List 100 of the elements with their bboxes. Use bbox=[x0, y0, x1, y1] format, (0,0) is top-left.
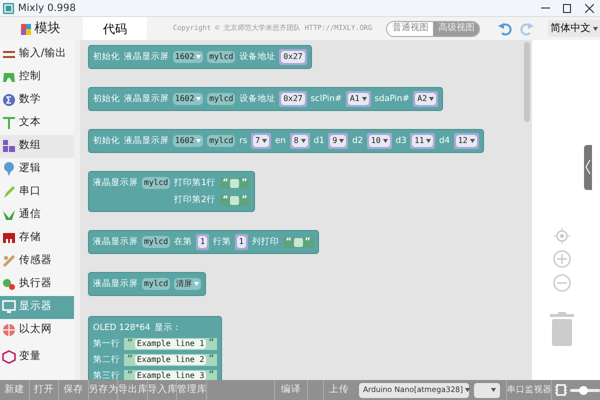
port-select[interactable] bbox=[474, 382, 500, 398]
block-field[interactable]: mylcd bbox=[142, 236, 170, 248]
code-block[interactable]: OLED 128*64 显示： 第一行 “ Example line 1 ” 第二行 “ Example line 2 ” 第三行 “ Example line 3 ” bbox=[88, 316, 222, 380]
caret-icon bbox=[382, 139, 388, 143]
view-toggle[interactable]: 普通视图 bbox=[387, 22, 434, 36]
caret-icon bbox=[429, 97, 434, 101]
string-block[interactable]: “ Example line 3 ” bbox=[124, 370, 218, 380]
language-dropdown[interactable]: 简体中文 bbox=[548, 20, 600, 37]
caret-icon bbox=[593, 26, 598, 30]
block-label: 设备地址 bbox=[239, 52, 276, 62]
code-block[interactable]: 初始化 液晶显示屏 1602 mylcd 设备地址 0x27 sclPin# A1 sdaPin# A2 bbox=[88, 87, 444, 111]
block-field[interactable]: mylcd bbox=[142, 177, 170, 189]
block-label: 液晶显示屏 bbox=[124, 52, 169, 62]
chip-icon[interactable] bbox=[555, 383, 567, 397]
caret-icon bbox=[300, 139, 306, 143]
block-field[interactable]: mylcd bbox=[207, 51, 236, 63]
block-label: 打印第1行 bbox=[174, 178, 216, 188]
zoom-out-icon[interactable] bbox=[553, 274, 571, 292]
code-block[interactable]: 液晶显示屏 mylcd 打印第1行 “ ” 打印第2行 “ ” bbox=[88, 171, 256, 212]
panel-title: 模块 bbox=[34, 20, 60, 38]
caret-icon bbox=[194, 282, 200, 286]
block-field[interactable]: 1602 bbox=[173, 135, 204, 147]
block-label: 液晶显示屏 bbox=[124, 136, 169, 146]
code-block[interactable]: 初始化 液晶显示屏 1602 mylcd rs 7 en 8 d1 9 d2 10 d3 11 d4 12 bbox=[88, 129, 484, 153]
block-label: 在第 bbox=[174, 236, 192, 248]
caret-icon bbox=[262, 139, 268, 143]
scrollbar[interactable] bbox=[524, 42, 530, 122]
puzzle-icon bbox=[20, 22, 32, 36]
value-input[interactable]: 12 bbox=[454, 133, 479, 149]
sidebar-item[interactable]: 输入/输出 bbox=[0, 42, 75, 66]
side-panel-tab[interactable] bbox=[584, 145, 592, 190]
sidebar-item[interactable]: 数组 bbox=[0, 134, 75, 158]
sidebar-item[interactable]: 变量 bbox=[0, 346, 75, 369]
block-label: 设备地址 bbox=[239, 94, 276, 104]
value-input[interactable]: A2 bbox=[413, 91, 438, 107]
block-field[interactable]: 清屏 bbox=[174, 278, 202, 290]
pin-icon bbox=[2, 162, 16, 176]
letter-t-icon bbox=[2, 116, 16, 130]
block-label: 液晶显示屏 bbox=[93, 278, 138, 290]
value-input[interactable]: 7 bbox=[251, 133, 272, 149]
block-label: 第三行 bbox=[93, 370, 120, 380]
close-icon bbox=[584, 4, 594, 12]
caret-icon bbox=[426, 139, 432, 143]
pen-icon bbox=[2, 185, 16, 200]
value-input[interactable]: 11 bbox=[410, 133, 436, 149]
block-field[interactable]: mylcd bbox=[207, 135, 236, 147]
block-label: sclPin# bbox=[310, 94, 342, 104]
sidebar-item[interactable]: 文本 bbox=[0, 112, 75, 135]
value-input[interactable]: 0x27 bbox=[279, 49, 307, 65]
scrollbar[interactable] bbox=[74, 40, 80, 380]
block-field[interactable]: 1602 bbox=[173, 93, 204, 105]
sidebar-item[interactable]: 串口 bbox=[0, 180, 75, 204]
caret-icon bbox=[339, 139, 344, 143]
caret-icon bbox=[196, 139, 202, 143]
trash-icon[interactable] bbox=[550, 312, 574, 346]
block-label: 液晶显示屏 bbox=[93, 236, 138, 248]
block-label: 列打印 bbox=[252, 236, 279, 248]
block-field[interactable]: mylcd bbox=[207, 93, 236, 105]
sidebar-item[interactable]: 传感器 bbox=[0, 250, 75, 273]
undo-icon bbox=[497, 20, 514, 36]
block-label: rs bbox=[239, 136, 248, 146]
string-block[interactable]: “ Example line 1 ” bbox=[124, 338, 218, 350]
block-label: 初始化 bbox=[93, 136, 120, 146]
code-block[interactable]: 液晶显示屏 mylcd 在第 1 行第 1 列打印 “ ” bbox=[88, 230, 319, 254]
block-label: 液晶显示屏 bbox=[124, 94, 169, 104]
code-block[interactable]: 液晶显示屏 mylcd 清屏 bbox=[88, 272, 206, 296]
caret-icon bbox=[491, 388, 496, 392]
sidebar-item[interactable]: 控制 bbox=[0, 66, 75, 89]
value-input[interactable]: 8 bbox=[290, 133, 310, 149]
value-input[interactable]: A1 bbox=[346, 91, 371, 107]
block-label: 第一行 bbox=[93, 338, 120, 350]
block-label: OLED 128*64 bbox=[93, 322, 150, 334]
block-label: 初始化 bbox=[93, 94, 120, 104]
code-block[interactable]: 初始化 液晶显示屏 1602 mylcd 设备地址 0x27 bbox=[88, 45, 312, 69]
block-label: 显示： bbox=[154, 322, 182, 334]
block-label: 液晶显示屏 bbox=[93, 178, 138, 188]
app-icon bbox=[3, 2, 14, 14]
value-input[interactable]: 9 bbox=[328, 133, 348, 149]
zoom-in-icon[interactable] bbox=[553, 250, 571, 268]
block-field[interactable]: 1602 bbox=[173, 51, 204, 63]
caret-icon bbox=[470, 139, 475, 143]
recenter-icon[interactable] bbox=[554, 228, 570, 244]
monitor-icon bbox=[2, 300, 16, 314]
value-input[interactable]: 10 bbox=[367, 133, 392, 149]
caret-icon bbox=[362, 97, 367, 101]
value-input[interactable]: 0x27 bbox=[279, 91, 307, 107]
string-block[interactable]: “ Example line 2 ” bbox=[124, 354, 218, 366]
block-field[interactable]: mylcd bbox=[142, 278, 170, 290]
value-input[interactable]: 1 bbox=[234, 234, 248, 250]
maximize-icon bbox=[563, 4, 571, 12]
sidebar-item[interactable]: 执行器 bbox=[0, 272, 75, 296]
sidebar-item[interactable]: 逻辑 bbox=[0, 158, 75, 181]
slider-thumb[interactable] bbox=[579, 386, 588, 394]
zoom-slider[interactable] bbox=[570, 388, 600, 392]
sidebar-item[interactable]: 通信 bbox=[0, 204, 75, 227]
value-input[interactable]: 1 bbox=[196, 234, 209, 250]
block-label: en bbox=[275, 136, 286, 146]
block-label: d1 bbox=[314, 136, 324, 146]
tab[interactable]: 代码 bbox=[83, 17, 147, 40]
caret-icon bbox=[196, 55, 202, 59]
